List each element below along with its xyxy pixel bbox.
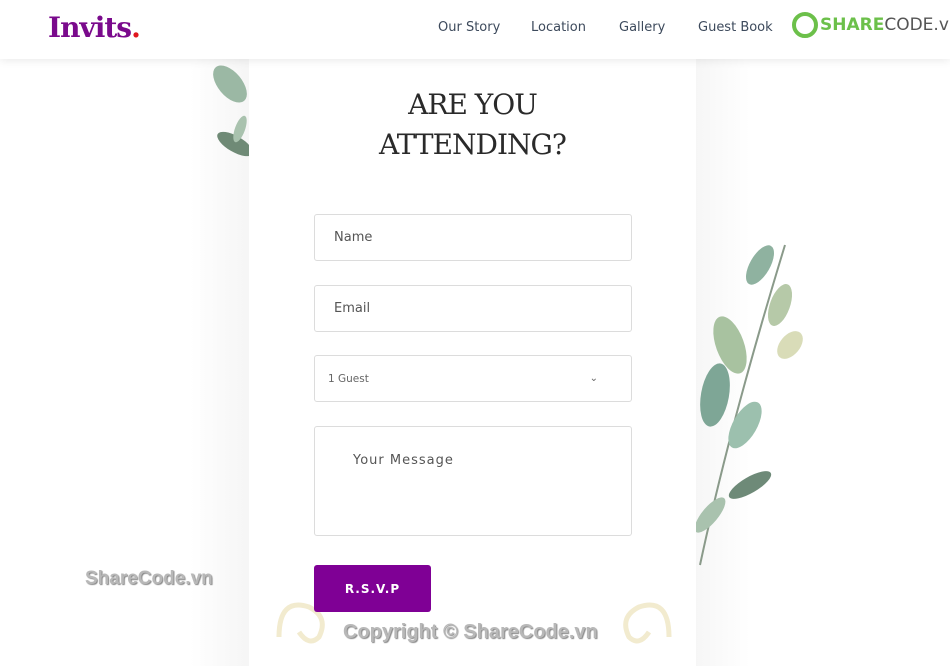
nav-our-story[interactable]: Our Story [438,20,500,35]
chevron-down-icon: ⌄ [589,373,598,384]
nav-gallery[interactable]: Gallery [619,20,665,35]
ornament-right-icon [623,602,672,644]
rsvp-button[interactable]: R.S.V.P [314,565,431,612]
logo[interactable]: Invits. [48,11,141,44]
rsvp-card: ARE YOU ATTENDING? Name Email 1 Guest ⌄ Yo… [249,59,696,666]
sharecode-logo: SHARECODE.vn [792,12,950,38]
nav-location[interactable]: Location [531,20,586,35]
sharecode-icon [792,12,818,38]
email-input[interactable]: Email [314,285,632,332]
header: Invits. Our Story Location Gallery Guest… [0,0,950,59]
name-input[interactable]: Name [314,214,632,261]
page-title: ARE YOU ATTENDING? [379,88,567,161]
watermark-copyright: Copyright © ShareCode.vn [343,621,598,643]
watermark-side: ShareCode.vn [85,568,213,589]
message-textarea[interactable]: Your Message [314,426,632,536]
leaves-decoration-right [694,244,803,566]
nav-guest-book[interactable]: Guest Book [698,20,773,35]
guests-select[interactable]: 1 Guest ⌄ [314,355,632,402]
